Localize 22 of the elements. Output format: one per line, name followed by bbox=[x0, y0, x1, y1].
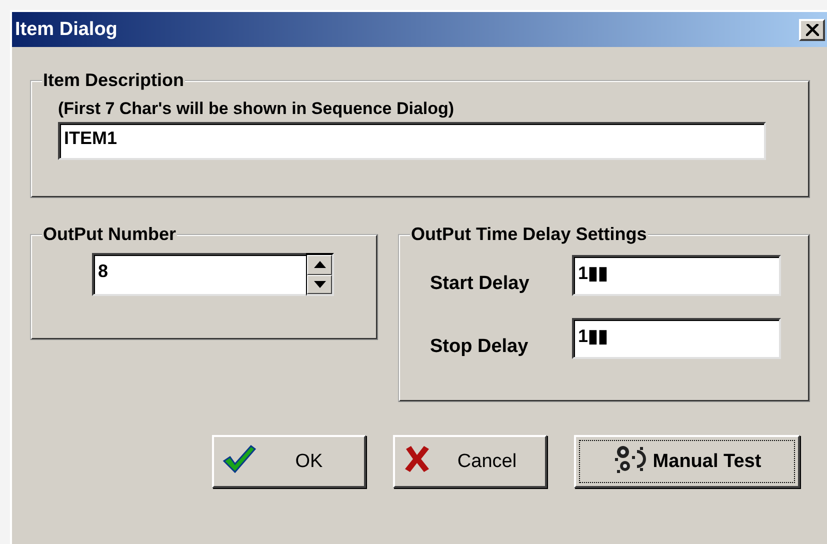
group-title: Item Description bbox=[42, 70, 186, 91]
text-field[interactable]: ITEM1 bbox=[58, 122, 766, 160]
group-title: OutPut Time Delay Settings bbox=[410, 224, 648, 245]
field-label: Start Delay bbox=[430, 273, 530, 295]
cancel-button[interactable]: Cancel bbox=[393, 435, 547, 488]
field-label: Stop Delay bbox=[430, 336, 530, 358]
window-title: Item Dialog bbox=[15, 18, 118, 40]
spin-down-button[interactable] bbox=[307, 274, 332, 294]
group-title: OutPut Number bbox=[42, 224, 177, 245]
down-arrow-icon bbox=[314, 280, 326, 288]
hint-text: (First 7 Char's will be shown in Sequence Dialog) bbox=[58, 99, 456, 119]
up-arrow-icon bbox=[314, 261, 326, 268]
close-button[interactable] bbox=[799, 18, 825, 40]
manual-test-button[interactable]: Manual Test bbox=[574, 435, 800, 488]
spin-up-button[interactable] bbox=[307, 255, 332, 274]
text-field[interactable]: 1▮▮ bbox=[572, 255, 781, 296]
x-mark-icon bbox=[403, 444, 431, 472]
checkmark-icon bbox=[222, 444, 256, 474]
close-icon bbox=[806, 24, 818, 36]
number-field[interactable]: 8 bbox=[92, 253, 306, 296]
ok-button[interactable]: OK bbox=[212, 435, 366, 488]
text-field[interactable]: 1▮▮ bbox=[572, 318, 781, 359]
